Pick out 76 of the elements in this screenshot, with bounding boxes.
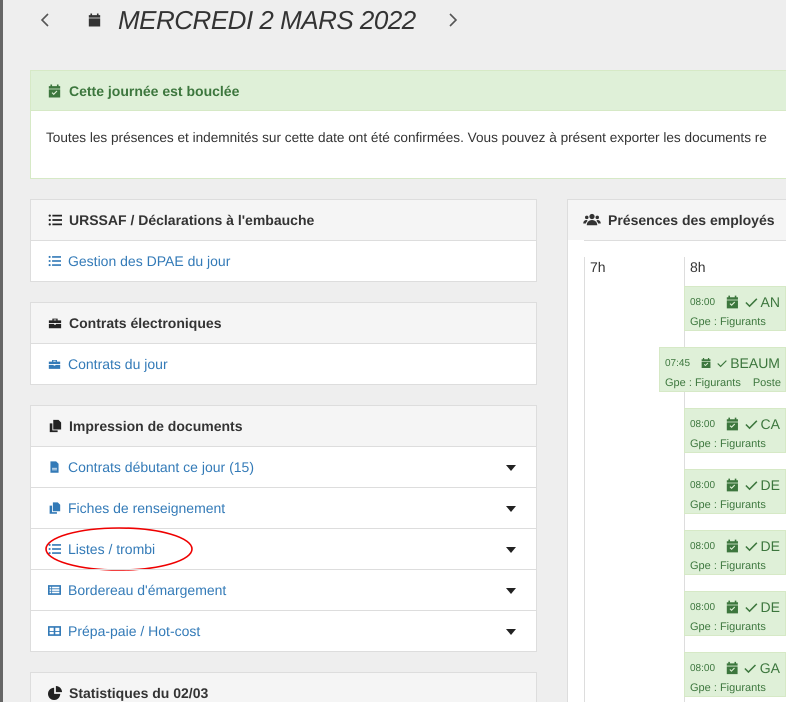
menu-item[interactable]: Prépa-paie / Hot-cost xyxy=(31,610,536,651)
post-label: Poste xyxy=(752,377,781,389)
menu-item[interactable]: Contrats du jour xyxy=(31,343,536,384)
check-icon xyxy=(744,296,758,308)
briefcase-icon xyxy=(48,357,61,371)
menu-item-label: Contrats du jour xyxy=(68,356,168,372)
list-icon xyxy=(48,542,61,556)
check-icon xyxy=(744,602,758,612)
menu-item-label: Gestion des DPAE du jour xyxy=(68,253,230,269)
menu-item[interactable]: Bordereau d'émargement xyxy=(31,569,536,610)
users-icon xyxy=(583,213,601,227)
shift-time: 08:00 xyxy=(690,540,716,552)
menu-item-label: Bordereau d'émargement xyxy=(68,582,226,598)
employee-name: DE xyxy=(760,477,780,493)
shift-card[interactable]: 08:00 AN Gpe : Figurants xyxy=(684,286,786,331)
pie-chart-icon xyxy=(48,686,62,700)
panel-title: URSSAF / Déclarations à l'embauche xyxy=(69,212,314,228)
chevron-left-icon[interactable] xyxy=(40,12,50,28)
employee-name: GA xyxy=(760,660,780,676)
list-icon xyxy=(48,583,61,597)
shift-time: 08:00 xyxy=(690,296,716,308)
panel-title: Impression de documents xyxy=(69,418,242,434)
shift-time: 08:00 xyxy=(690,480,716,490)
panel-title: Présences des employés xyxy=(608,212,775,228)
employee-name: DE xyxy=(760,599,780,615)
shift-card[interactable]: 08:00 DE Gpe : Figurants xyxy=(684,469,786,514)
group-label: Gpe : Figurants xyxy=(690,499,766,511)
alert-message: Toutes les présences et indemnités sur cette date ont été confirmées. Vous pouvez à présent exporter les documents re xyxy=(46,130,767,145)
shift-time: 08:00 xyxy=(690,662,716,674)
check-icon xyxy=(744,480,758,490)
employee-name: AN xyxy=(760,294,780,310)
shift-card[interactable]: 08:00 DE Gpe : Figurants xyxy=(684,591,786,636)
check-icon xyxy=(717,358,728,368)
shift-card[interactable]: 08:00 GA Gpe : Figurants xyxy=(684,652,786,697)
check-icon xyxy=(744,540,758,552)
document-icon xyxy=(48,460,61,474)
calendar-icon xyxy=(88,13,101,27)
alert-title: Cette journée est bouclée xyxy=(69,82,240,98)
table-icon xyxy=(48,624,61,638)
shift-time: 07:45 xyxy=(665,358,690,368)
list-icon xyxy=(48,213,62,227)
hour-label: 7h xyxy=(589,258,607,277)
menu-item-label: Contrats débutant ce jour (15) xyxy=(68,459,254,475)
group-label: Gpe : Figurants xyxy=(690,316,766,328)
group-label: Gpe : Figurants xyxy=(690,560,766,572)
list-icon xyxy=(48,254,61,268)
shift-card[interactable]: 08:00 DE Gpe : Figurants xyxy=(684,530,786,575)
group-label: Gpe : Figurants xyxy=(665,377,741,389)
employee-name: DE xyxy=(760,538,780,554)
menu-item-label: Fiches de renseignement xyxy=(68,500,226,516)
menu-item[interactable]: Listes / trombi xyxy=(31,528,536,569)
documents-icon xyxy=(48,419,62,433)
menu-item[interactable]: Gestion des DPAE du jour xyxy=(31,240,536,281)
check-icon xyxy=(744,662,757,674)
shift-card[interactable]: 08:00 CA Gpe : Figurants xyxy=(684,408,786,453)
panel-title: Contrats électroniques xyxy=(69,315,222,331)
briefcase-icon xyxy=(48,316,62,330)
calendar-check-icon xyxy=(48,84,61,98)
menu-item[interactable]: Contrats débutant ce jour (15) xyxy=(31,446,536,487)
group-label: Gpe : Figurants xyxy=(690,438,766,450)
shift-time: 08:00 xyxy=(690,418,716,430)
menu-item-label: Listes / trombi xyxy=(68,541,156,557)
chevron-right-icon[interactable] xyxy=(448,12,458,28)
employee-name: BEAUM xyxy=(730,355,780,371)
menu-item-label: Prépa-paie / Hot-cost xyxy=(68,623,200,639)
hour-label: 8h xyxy=(689,258,707,277)
documents-icon xyxy=(48,501,61,515)
group-label: Gpe : Figurants xyxy=(690,682,766,694)
shift-card[interactable]: 07:45 BEAUM Gpe : Figurants Poste xyxy=(659,347,786,392)
group-label: Gpe : Figurants xyxy=(690,621,766,633)
check-icon xyxy=(744,418,758,430)
menu-item[interactable]: Fiches de renseignement xyxy=(31,487,536,528)
employee-name: CA xyxy=(760,416,780,432)
shift-time: 08:00 xyxy=(690,602,716,612)
panel-title: Statistiques du 02/03 xyxy=(69,685,208,701)
date-title: MERCREDI 2 MARS 2022 xyxy=(118,4,416,36)
